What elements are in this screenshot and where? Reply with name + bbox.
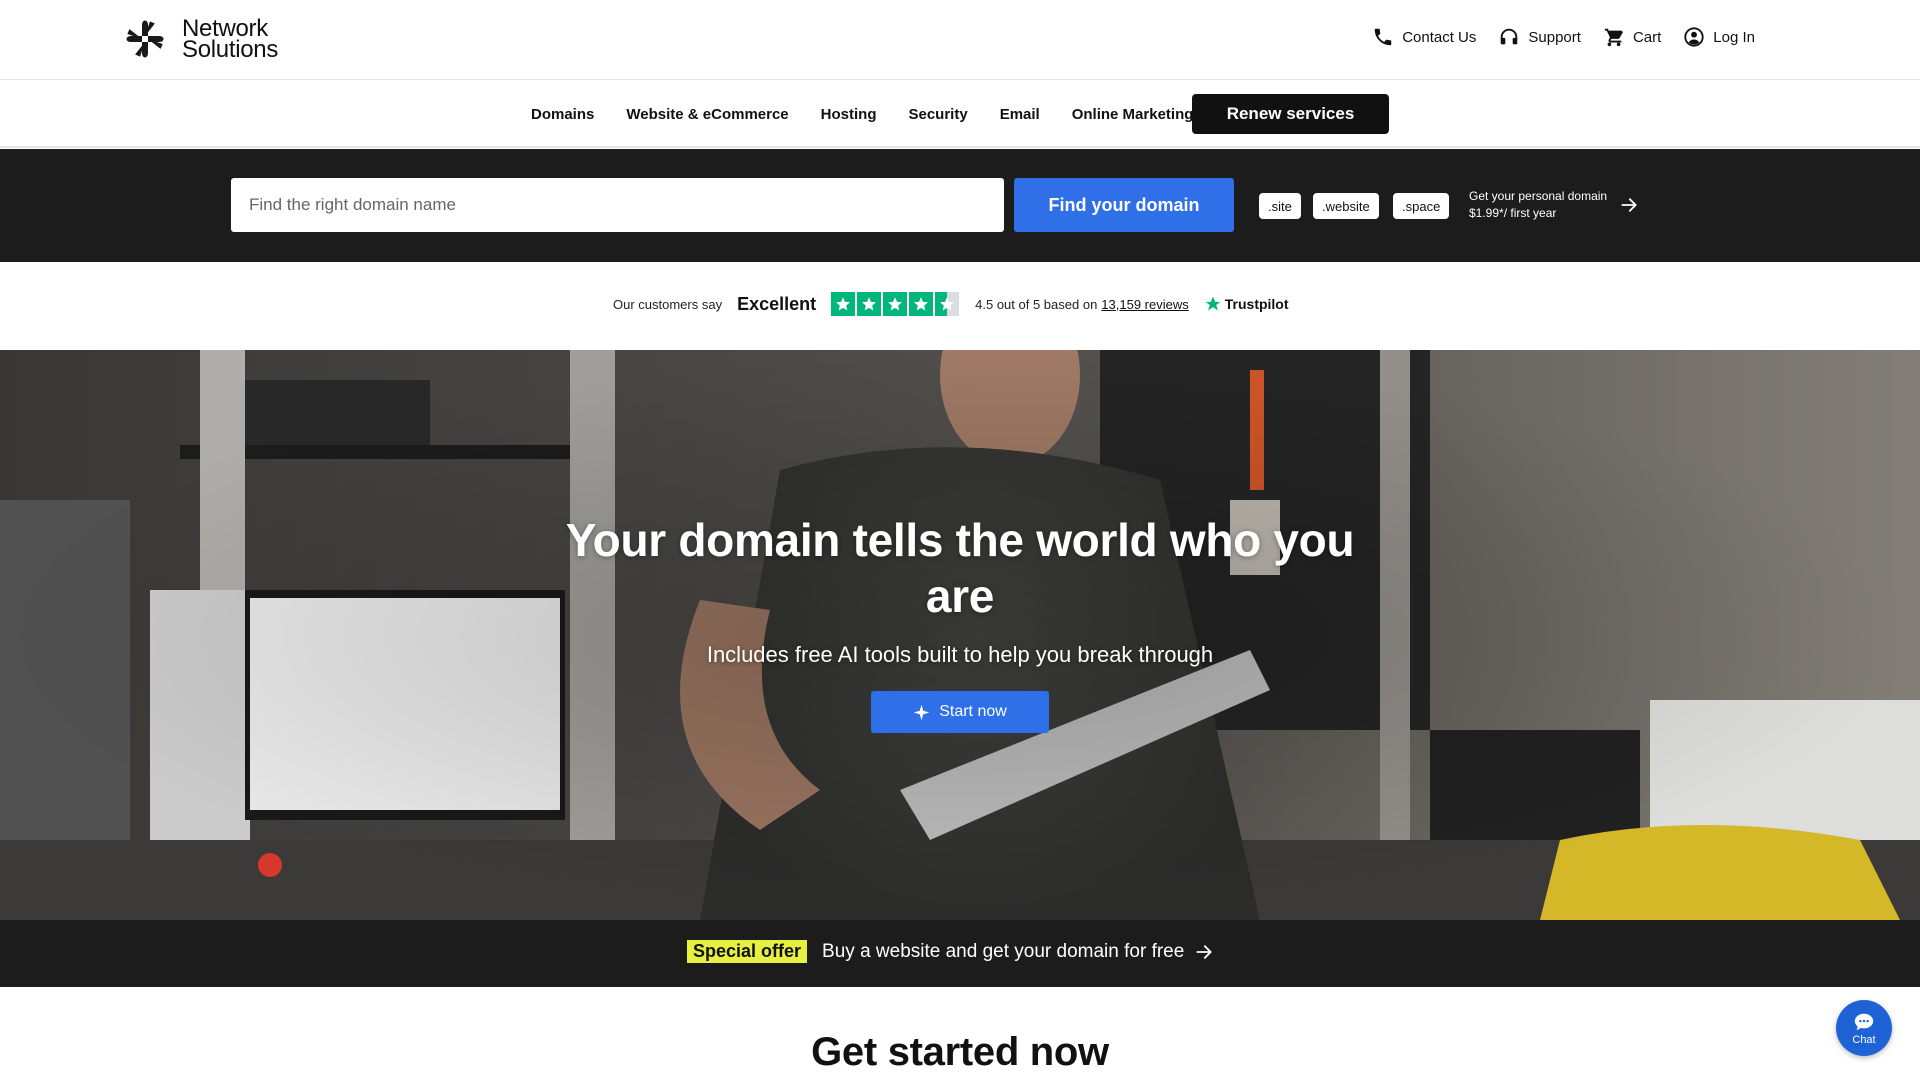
start-now-button[interactable]: Start now xyxy=(871,691,1049,733)
special-offer-badge: Special offer xyxy=(687,940,808,963)
renew-services-button[interactable]: Renew services xyxy=(1192,94,1389,134)
nav-website-ecommerce[interactable]: Website & eCommerce xyxy=(626,106,788,123)
hero-section: Your domain tells the world who you are … xyxy=(0,350,1920,920)
rating-star-icon xyxy=(857,292,882,316)
nav-online-marketing[interactable]: Online Marketing xyxy=(1072,106,1194,123)
cart-label: Cart xyxy=(1632,28,1662,46)
headset-icon xyxy=(1501,28,1518,45)
domain-search-input[interactable] xyxy=(231,178,1004,232)
special-offer-link[interactable]: Special offer Buy a website and get your… xyxy=(687,940,1214,963)
arrow-right-icon xyxy=(1621,198,1637,212)
get-started-heading: Get started now xyxy=(811,1030,1109,1074)
start-now-label: Start now xyxy=(939,703,1007,720)
trustpilot-logo[interactable]: Trustpilot xyxy=(1204,295,1289,313)
rating-star-icon xyxy=(831,292,856,316)
rating-word: Excellent xyxy=(737,293,817,314)
trustpilot-widget: Our customers say Excellent 4.5 out of 5… xyxy=(613,292,1289,316)
contact-us-link[interactable]: Contact Us xyxy=(1372,26,1476,48)
nav-items: Domains Website & eCommerce Hosting Secu… xyxy=(531,81,1225,148)
rating-star-icon xyxy=(935,292,960,316)
promo-line-1: Get your personal domain xyxy=(1469,189,1608,203)
network-solutions-logo[interactable]: Network Solutions xyxy=(118,12,278,66)
promo-text: Get your personal domain $1.99*/ first y… xyxy=(1469,188,1607,222)
trustpilot-bar: Our customers say Excellent 4.5 out of 5… xyxy=(0,262,1920,350)
hero-subtitle: Includes free AI tools built to help you… xyxy=(706,642,1214,667)
logo-line-2: Solutions xyxy=(182,36,279,63)
sparkle-icon xyxy=(913,704,930,720)
support-label: Support xyxy=(1528,28,1581,46)
chat-bubble-icon xyxy=(1854,1013,1874,1030)
star-rating xyxy=(831,292,960,316)
customers-say-label: Our customers say xyxy=(613,296,723,312)
contact-us-label: Contact Us xyxy=(1402,28,1477,46)
chat-label: Chat xyxy=(1852,1033,1876,1046)
top-header: Network Solutions Contact Us Support Car… xyxy=(0,0,1920,80)
special-offer-bar: Special offer Buy a website and get your… xyxy=(0,920,1920,987)
trustpilot-star-icon xyxy=(1205,296,1221,311)
arrow-right-icon xyxy=(1196,944,1212,959)
chat-button[interactable]: Chat xyxy=(1836,1000,1892,1056)
personal-domain-promo-link[interactable]: Get your personal domain $1.99*/ first y… xyxy=(1469,188,1639,222)
find-your-domain-button[interactable]: Find your domain xyxy=(1014,178,1234,232)
nav-email[interactable]: Email xyxy=(1000,106,1040,123)
rating-star-icon xyxy=(883,292,908,316)
hero-title: Your domain tells the world who you are xyxy=(565,514,1355,622)
user-circle-icon xyxy=(1684,27,1704,47)
cart-link[interactable]: Cart xyxy=(1603,26,1661,48)
log-in-link[interactable]: Log In xyxy=(1683,26,1755,48)
nav-hosting[interactable]: Hosting xyxy=(821,106,877,123)
log-in-label: Log In xyxy=(1713,28,1755,46)
phone-icon xyxy=(1374,28,1392,46)
main-nav: Domains Website & eCommerce Hosting Secu… xyxy=(0,81,1920,148)
promo-line-2: $1.99*/ first year xyxy=(1469,206,1557,220)
utility-nav: Contact Us Support Cart Log In xyxy=(1350,26,1755,48)
hero-overlay xyxy=(0,350,1920,920)
nav-security[interactable]: Security xyxy=(908,106,967,123)
cart-icon xyxy=(1604,28,1623,47)
nav-domains[interactable]: Domains xyxy=(531,106,594,123)
score-text: 4.5 out of 5 based on xyxy=(975,296,1098,312)
trustpilot-wordmark: Trustpilot xyxy=(1224,296,1289,312)
tld-site-chip[interactable]: .site xyxy=(1259,193,1301,219)
logo-mark-icon xyxy=(126,20,164,58)
reviews-link[interactable]: 13,159 reviews xyxy=(1101,297,1188,312)
rating-star-icon xyxy=(909,292,934,316)
logo-wordmark: Network Solutions xyxy=(182,17,279,63)
tld-space-chip[interactable]: .space xyxy=(1393,193,1450,219)
special-offer-text: Buy a website and get your domain for fr… xyxy=(822,940,1185,962)
tld-website-chip[interactable]: .website xyxy=(1313,193,1379,219)
support-link[interactable]: Support xyxy=(1498,26,1581,48)
domain-search-band: Find your domain .site .website .space G… xyxy=(0,149,1920,262)
